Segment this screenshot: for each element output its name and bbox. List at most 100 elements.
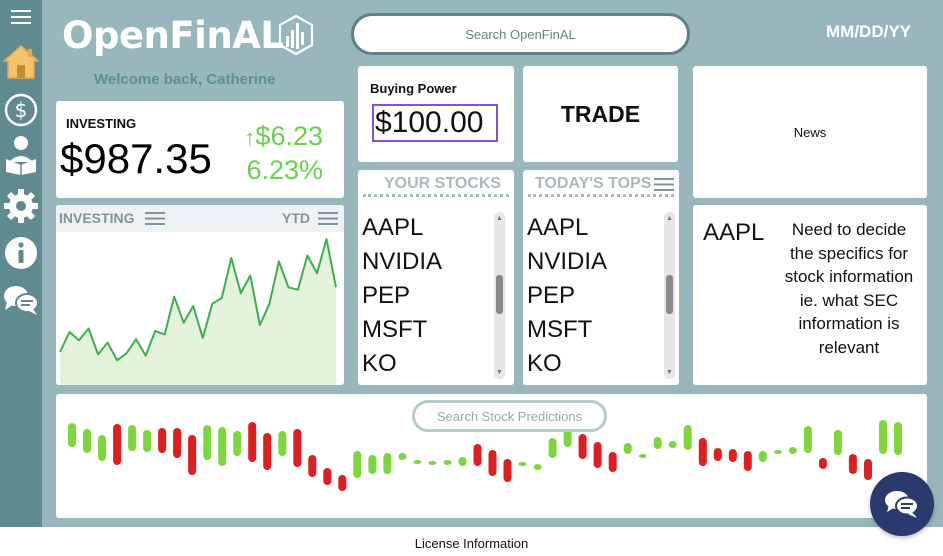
- prediction-candle: [458, 457, 467, 466]
- chat-bubbles-icon: [885, 491, 919, 518]
- change-percent: 6.23%: [246, 155, 323, 185]
- chat-icon[interactable]: [2, 282, 40, 318]
- prediction-candle: [879, 420, 887, 454]
- buying-power-input[interactable]: $100.00: [372, 104, 498, 142]
- period-menu-icon[interactable]: [317, 211, 339, 231]
- prediction-candle: [578, 434, 587, 459]
- list-item[interactable]: KO: [362, 347, 442, 381]
- info-icon[interactable]: [2, 235, 40, 271]
- list-item[interactable]: PEP: [527, 279, 607, 313]
- change-amount: $6.23: [255, 121, 323, 151]
- prediction-candle: [353, 451, 362, 478]
- prediction-candle: [758, 451, 767, 462]
- prediction-candle: [368, 455, 377, 474]
- investing-chart-card: INVESTING YTD: [56, 205, 344, 385]
- scroll-up-icon[interactable]: ▲: [666, 215, 673, 222]
- your-stocks-card: YOUR STOCKS AAPL NVIDIA PEP MSFT KO ▲ ▼: [358, 170, 514, 385]
- predictions-card: Search Stock Predictions: [56, 394, 927, 518]
- trade-button[interactable]: TRADE: [523, 66, 678, 162]
- search-input[interactable]: Search OpenFinAL: [351, 13, 690, 55]
- divider: [528, 194, 674, 197]
- chat-button[interactable]: [870, 472, 934, 536]
- buying-power-label: Buying Power: [370, 81, 457, 96]
- menu-icon[interactable]: [2, 6, 40, 28]
- investing-value: $987.35: [60, 135, 212, 182]
- gear-icon[interactable]: [2, 188, 40, 224]
- list-item[interactable]: MSFT: [362, 313, 442, 347]
- prediction-candle: [398, 453, 407, 460]
- scroll-down-icon[interactable]: ▼: [666, 369, 673, 376]
- stock-ticker: AAPL: [703, 219, 765, 246]
- list-item[interactable]: AAPL: [527, 211, 607, 245]
- prediction-candle: [728, 449, 737, 462]
- prediction-candle: [293, 429, 302, 467]
- date-display: MM/DD/YY: [826, 22, 911, 41]
- dollar-icon[interactable]: $: [2, 92, 40, 128]
- prediction-candle: [503, 459, 512, 482]
- list-item[interactable]: MSFT: [527, 313, 607, 347]
- your-stocks-title: YOUR STOCKS: [384, 175, 502, 192]
- investing-line-chart: [59, 238, 337, 385]
- stock-detail-card: AAPL Need to decide the specifics for st…: [693, 205, 927, 385]
- prediction-candle: [548, 438, 557, 458]
- prediction-candle: [323, 468, 332, 485]
- investing-label: INVESTING: [66, 116, 137, 131]
- prediction-candle: [743, 451, 752, 471]
- prediction-candle: [638, 454, 647, 458]
- home-icon[interactable]: [2, 43, 40, 81]
- list-item[interactable]: AAPL: [362, 211, 442, 245]
- prediction-candle: [428, 461, 437, 465]
- prediction-candle: [98, 435, 106, 461]
- scrollbar[interactable]: ▲ ▼: [494, 212, 505, 379]
- prediction-candle: [68, 423, 76, 447]
- prediction-candle: [488, 450, 497, 476]
- prediction-candle: [128, 425, 137, 451]
- your-stocks-list: AAPL NVIDIA PEP MSFT KO: [362, 211, 442, 381]
- chart-menu-icon[interactable]: [144, 211, 166, 231]
- list-item[interactable]: NVIDIA: [362, 245, 442, 279]
- prediction-candle: [683, 425, 692, 450]
- scroll-up-icon[interactable]: ▲: [496, 215, 503, 222]
- prediction-candle: [518, 462, 527, 466]
- prediction-candle: [788, 447, 797, 454]
- prediction-candle: [338, 475, 347, 491]
- prediction-candle: [593, 442, 602, 468]
- prediction-candle: [188, 435, 197, 475]
- prediction-candle: [713, 448, 722, 461]
- scroll-thumb[interactable]: [496, 275, 503, 314]
- prediction-candle: [173, 428, 182, 458]
- prediction-candle: [803, 426, 812, 453]
- scrollbar[interactable]: ▲ ▼: [664, 212, 675, 379]
- stock-note: Need to decide the specifics for stock i…: [784, 220, 914, 357]
- list-item[interactable]: NVIDIA: [527, 245, 607, 279]
- prediction-candle: [653, 437, 662, 449]
- prediction-candle: [848, 454, 857, 474]
- prediction-candle: [278, 431, 287, 456]
- prediction-search-input[interactable]: Search Stock Predictions: [412, 400, 607, 432]
- prediction-candle: [158, 428, 167, 453]
- news-panel[interactable]: News: [693, 66, 927, 198]
- license-link[interactable]: License Information: [0, 536, 943, 551]
- investing-change: ↑$6.23 6.23%: [244, 120, 323, 186]
- svg-text:$: $: [15, 98, 28, 122]
- prediction-candle: [623, 443, 632, 454]
- prediction-candle: [413, 460, 422, 464]
- prediction-candle: [864, 459, 872, 480]
- list-item[interactable]: PEP: [362, 279, 442, 313]
- prediction-candle: [473, 444, 482, 466]
- learn-icon[interactable]: [2, 134, 40, 176]
- chart-period[interactable]: YTD: [282, 210, 310, 226]
- scroll-thumb[interactable]: [666, 275, 673, 314]
- logo-mark-icon: [277, 14, 315, 61]
- prediction-candle: [233, 431, 242, 456]
- todays-tops-list: AAPL NVIDIA PEP MSFT KO: [527, 211, 607, 381]
- scroll-down-icon[interactable]: ▼: [496, 369, 503, 376]
- welcome-message: Welcome back, Catherine: [94, 71, 276, 88]
- prediction-candle: [203, 425, 212, 460]
- sidebar: $: [0, 0, 42, 527]
- todays-tops-title: TODAY'S TOPS: [535, 175, 652, 192]
- chart-title: INVESTING: [59, 210, 135, 226]
- prediction-candle: [443, 460, 452, 465]
- list-item[interactable]: KO: [527, 347, 607, 381]
- prediction-candle: [773, 450, 782, 454]
